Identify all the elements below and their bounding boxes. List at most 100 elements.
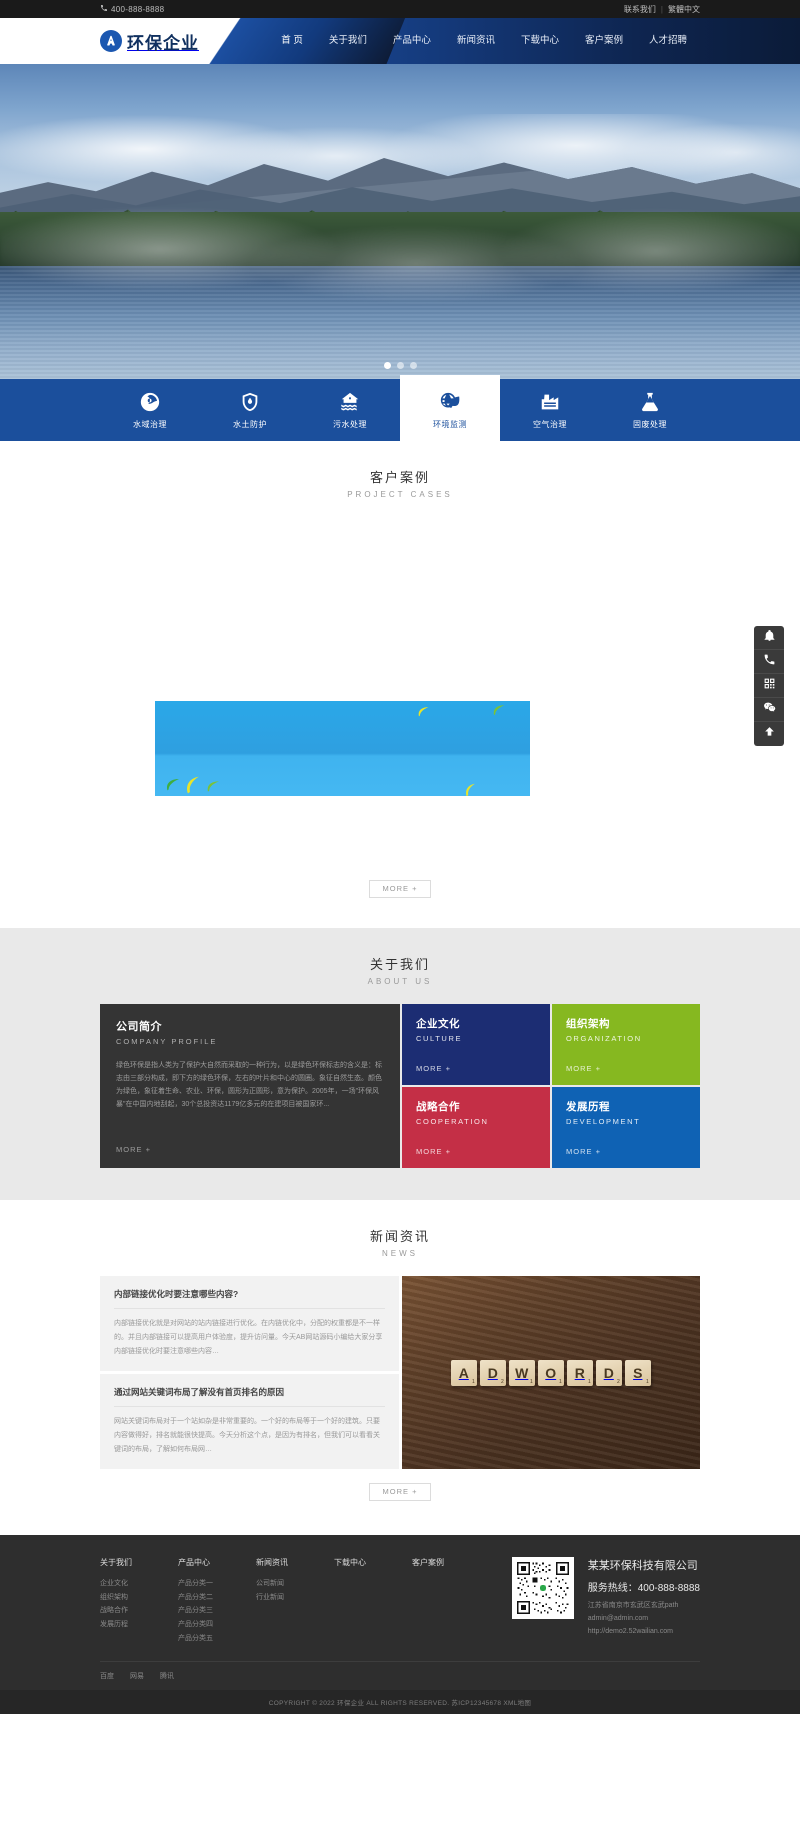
footer-link[interactable]: 发展历程 <box>100 1618 178 1632</box>
service-item-water-area[interactable]: 水域治理 <box>100 379 200 441</box>
footer-link[interactable]: 产品分类三 <box>178 1604 256 1618</box>
phone-icon <box>100 4 108 14</box>
service-label: 固废处理 <box>633 419 667 429</box>
about-card-culture[interactable]: 企业文化 CULTURE MORE + <box>402 1004 550 1085</box>
topbar-language-link[interactable]: 繁體中文 <box>668 4 700 15</box>
back-to-top-tool[interactable] <box>754 722 784 746</box>
service-label: 污水处理 <box>333 419 367 429</box>
about-card-organization[interactable]: 组织架构 ORGANIZATION MORE + <box>552 1004 700 1085</box>
banner-reflection <box>0 208 800 310</box>
nav-item-careers[interactable]: 人才招聘 <box>636 18 700 64</box>
topbar-contact-link[interactable]: 联系我们 <box>624 4 656 15</box>
news-item[interactable]: 通过网站关键词布局了解没有首页排名的原因 网站关键词布局对于一个站如杂是非常重要… <box>100 1374 399 1469</box>
news-item[interactable]: 内部链接优化时要注意哪些内容? 内部链接优化就是对网站的站内链接进行优化。在内链… <box>100 1276 399 1371</box>
footer-column-downloads: 下载中心 <box>334 1557 412 1645</box>
service-label: 环境监测 <box>433 419 467 429</box>
about-title-en: ABOUT US <box>367 977 433 986</box>
nav-item-downloads[interactable]: 下载中心 <box>508 18 572 64</box>
nav-item-news[interactable]: 新闻资讯 <box>444 18 508 64</box>
topbar-separator: | <box>660 4 663 14</box>
shield-water-icon <box>239 391 261 415</box>
service-item-environment-monitor[interactable]: 环境监测 <box>400 375 500 445</box>
footer-link[interactable]: 组织架构 <box>100 1591 178 1605</box>
pm25-factory-icon <box>539 391 561 415</box>
card-more-link[interactable]: MORE + <box>566 1147 686 1156</box>
site-header: 环保企业 首 页 关于我们 产品中心 新闻资讯 下载中心 客户案例 人才招聘 <box>0 18 800 64</box>
wechat-tool[interactable] <box>754 698 784 722</box>
nav-item-home[interactable]: 首 页 <box>268 18 316 64</box>
phone-icon <box>763 653 776 671</box>
footer-column-title: 下载中心 <box>334 1558 366 1567</box>
card-title-en: CULTURE <box>416 1034 463 1043</box>
banner-dot-2[interactable] <box>396 362 404 369</box>
footer-link[interactable]: 行业新闻 <box>256 1591 334 1605</box>
friend-link[interactable]: 腾讯 <box>160 1671 174 1681</box>
cases-title-cn: 客户案例 <box>369 470 430 485</box>
cases-more-button[interactable]: MORE + <box>369 880 431 898</box>
footer-link[interactable]: 企业文化 <box>100 1577 178 1591</box>
case-card-1[interactable] <box>100 517 399 690</box>
bell-icon <box>763 629 776 647</box>
service-item-waste-treatment[interactable]: 固废处理 <box>600 379 700 441</box>
footer-hotline-label: 服务热线： <box>587 1583 638 1594</box>
phone-tool[interactable] <box>754 650 784 674</box>
footer-link[interactable]: 产品分类五 <box>178 1632 256 1646</box>
footer-address: 江苏省南京市玄武区玄武path <box>587 1602 679 1609</box>
qr-icon <box>515 1561 570 1615</box>
service-item-soil-protection[interactable]: 水土防护 <box>200 379 300 441</box>
nav-item-about[interactable]: 关于我们 <box>316 18 380 64</box>
footer-link[interactable]: 战略合作 <box>100 1604 178 1618</box>
footer-link[interactable]: 产品分类四 <box>178 1618 256 1632</box>
qrcode-tool[interactable] <box>754 674 784 698</box>
scrabble-tile: D2 <box>595 1359 622 1386</box>
leaf-icon <box>463 782 478 796</box>
banner-dots <box>0 362 800 369</box>
case-card-2[interactable] <box>402 517 701 602</box>
card-title-cn: 组织架构 <box>566 1018 610 1030</box>
footer-hotline-number: 400-888-8888 <box>637 1583 700 1594</box>
card-more-link[interactable]: MORE + <box>416 1064 536 1073</box>
top-bar: 400-888-8888 联系我们 | 繁體中文 <box>0 0 800 18</box>
company-profile-card[interactable]: 公司简介 COMPANY PROFILE 绿色环保是指人类为了保护大自然而采取的… <box>100 1004 400 1168</box>
card-more-link[interactable]: MORE + <box>566 1064 686 1073</box>
scrabble-tile: S1 <box>624 1359 651 1386</box>
site-logo[interactable]: 环保企业 <box>100 29 238 54</box>
promo-overlay-banner[interactable] <box>155 701 530 796</box>
news-list: 内部链接优化时要注意哪些内容? 内部链接优化就是对网站的站内链接进行优化。在内链… <box>100 1276 399 1469</box>
about-section: 关于我们 ABOUT US 公司简介 COMPANY PROFILE 绿色环保是… <box>0 928 800 1200</box>
footer-link[interactable]: 产品分类二 <box>178 1591 256 1605</box>
banner-dot-3[interactable] <box>409 362 417 369</box>
about-card-cooperation[interactable]: 战略合作 COOPERATION MORE + <box>402 1087 550 1168</box>
leaf-circle-logo-icon <box>100 30 122 52</box>
news-grid: 内部链接优化时要注意哪些内容? 内部链接优化就是对网站的站内链接进行优化。在内链… <box>100 1276 700 1469</box>
news-more-button[interactable]: MORE + <box>369 1483 431 1501</box>
logo-text: 环保企业 <box>127 33 199 53</box>
card-title-en: DEVELOPMENT <box>566 1117 641 1126</box>
footer-column-title: 客户案例 <box>412 1558 444 1567</box>
news-feature-image[interactable]: A1 D2 W1 O1 R1 D2 S1 <box>401 1276 700 1469</box>
footer-link[interactable]: 公司新闻 <box>256 1577 334 1591</box>
service-item-air-treatment[interactable]: 空气治理 <box>500 379 600 441</box>
nav-item-cases[interactable]: 客户案例 <box>572 18 636 64</box>
friend-link[interactable]: 百度 <box>100 1671 114 1681</box>
nav-item-products[interactable]: 产品中心 <box>380 18 444 64</box>
scrabble-tile: D2 <box>479 1359 506 1386</box>
card-title-cn: 战略合作 <box>416 1101 460 1113</box>
about-card-development[interactable]: 发展历程 DEVELOPMENT MORE + <box>552 1087 700 1168</box>
news-title-cn: 新闻资讯 <box>369 1229 430 1244</box>
card-more-link[interactable]: MORE + <box>416 1147 536 1156</box>
footer-column-products: 产品中心 产品分类一 产品分类二 产品分类三 产品分类四 产品分类五 <box>178 1557 256 1645</box>
service-item-sewage[interactable]: 污水处理 <box>300 379 400 441</box>
notification-tool[interactable] <box>754 626 784 650</box>
footer-link[interactable]: 产品分类一 <box>178 1577 256 1591</box>
scrabble-tile: A1 <box>450 1359 477 1386</box>
leaf-icon <box>492 703 506 718</box>
footer-email: admin@admin.com <box>587 1614 649 1622</box>
friend-link[interactable]: 网易 <box>130 1671 144 1681</box>
leaf-icon <box>183 774 203 796</box>
leaf-icon <box>205 777 221 795</box>
service-label: 水土防护 <box>233 419 267 429</box>
banner-dot-1[interactable] <box>383 362 391 369</box>
profile-more-link[interactable]: MORE + <box>116 1145 384 1154</box>
news-item-title: 通过网站关键词布局了解没有首页排名的原因 <box>114 1386 385 1407</box>
